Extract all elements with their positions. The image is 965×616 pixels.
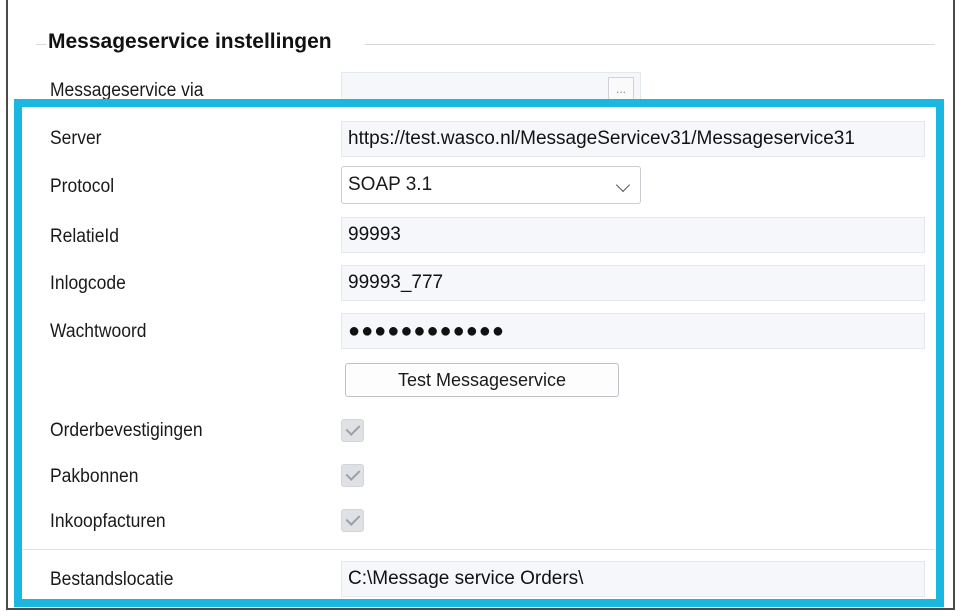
protocol-label: Protocol [50, 176, 115, 197]
checkmark-icon [345, 421, 361, 436]
browse-button[interactable]: ... [608, 77, 634, 103]
inkoopfacturen-label: Inkoopfacturen [50, 511, 166, 532]
wachtwoord-label: Wachtwoord [50, 321, 147, 342]
protocol-selected-value: SOAP 3.1 [348, 174, 433, 195]
relatieid-input[interactable]: 99993 [341, 217, 925, 253]
divider [16, 549, 935, 550]
test-messageservice-button[interactable]: Test Messageservice [345, 363, 619, 397]
orderbevestigingen-label: Orderbevestigingen [50, 420, 203, 441]
settings-panel: Messageservice instellingen Messageservi… [6, 0, 955, 610]
bestandslocatie-input[interactable]: C:\Message service Orders\ [341, 561, 925, 597]
groupbox-border-left [36, 44, 46, 45]
inlogcode-label: Inlogcode [50, 273, 126, 294]
inlogcode-input[interactable]: 99993_777 [341, 265, 925, 301]
checkmark-icon [345, 511, 361, 526]
checkmark-icon [345, 466, 361, 481]
chevron-down-icon [615, 177, 631, 193]
messageservice-via-label: Messageservice via [50, 80, 204, 101]
pakbonnen-checkbox[interactable] [341, 464, 364, 487]
server-input[interactable]: https://test.wasco.nl/MessageServicev31/… [341, 121, 925, 157]
messageservice-via-field[interactable] [341, 72, 641, 106]
relatieid-label: RelatieId [50, 226, 119, 247]
pakbonnen-label: Pakbonnen [50, 466, 139, 487]
server-label: Server [50, 128, 102, 149]
inkoopfacturen-checkbox[interactable] [341, 509, 364, 532]
orderbevestigingen-checkbox[interactable] [341, 419, 364, 442]
groupbox-border [365, 44, 935, 45]
protocol-select[interactable]: SOAP 3.1 [341, 166, 641, 204]
wachtwoord-input[interactable]: ●●●●●●●●●●●● [341, 313, 925, 349]
bestandslocatie-label: Bestandslocatie [50, 569, 174, 590]
group-title: Messageservice instellingen [48, 30, 332, 53]
